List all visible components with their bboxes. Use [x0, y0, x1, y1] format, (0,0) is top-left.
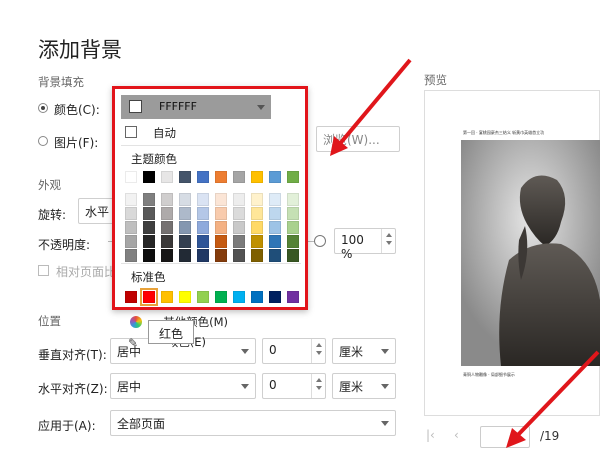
annotation-arrow-upper: [336, 58, 412, 148]
annotation-arrows: [330, 58, 600, 448]
annotation-arrow-lower: [513, 350, 600, 440]
